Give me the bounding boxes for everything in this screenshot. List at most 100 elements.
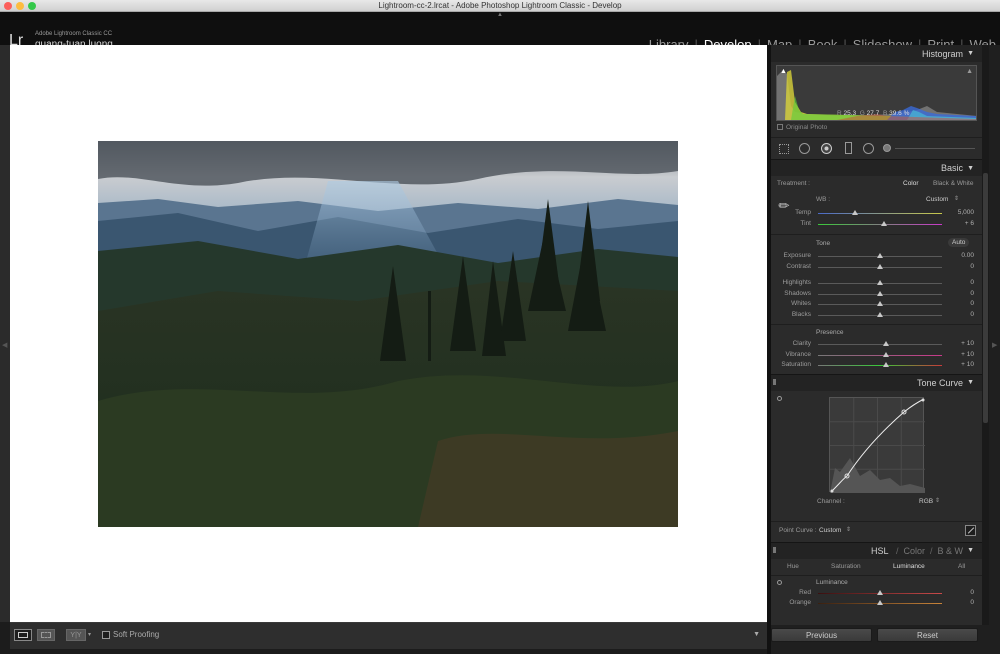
tint-value[interactable]: + 6 bbox=[965, 220, 974, 227]
tone-curve-graph[interactable] bbox=[829, 396, 925, 493]
point-curve-edit-icon[interactable] bbox=[965, 524, 976, 536]
highlights-slider[interactable]: Highlights 0 bbox=[771, 278, 982, 289]
exposure-thumb[interactable] bbox=[877, 253, 883, 258]
clarity-slider[interactable]: Clarity + 10 bbox=[771, 339, 982, 350]
contrast-value[interactable]: 0 bbox=[970, 263, 974, 270]
tint-thumb[interactable] bbox=[880, 221, 887, 226]
collapse-triangle-icon[interactable]: ▼ bbox=[967, 379, 974, 386]
temp-thumb[interactable] bbox=[852, 210, 859, 215]
highlights-value[interactable]: 0 bbox=[970, 279, 974, 286]
dropdown-icon[interactable]: ▾ bbox=[88, 631, 91, 638]
adjustment-brush-icon[interactable] bbox=[883, 144, 891, 152]
hsl-color-title[interactable]: Color bbox=[904, 546, 926, 556]
scrollbar-thumb[interactable] bbox=[983, 173, 988, 423]
blacks-value[interactable]: 0 bbox=[970, 311, 974, 318]
histogram-area[interactable]: ▲ ▲ R 25.3 G 27.7 B 39.6 % bbox=[776, 65, 977, 121]
before-after-button[interactable] bbox=[37, 629, 55, 641]
collapse-triangle-icon[interactable]: ▼ bbox=[967, 547, 974, 554]
exposure-label: Exposure bbox=[783, 252, 811, 259]
blacks-slider[interactable]: Blacks 0 bbox=[771, 310, 982, 321]
targeted-adjustment-icon[interactable] bbox=[777, 395, 782, 401]
toolbar-menu-icon[interactable]: ▼ bbox=[753, 631, 760, 638]
original-photo-checkbox[interactable] bbox=[777, 124, 783, 131]
clarity-value[interactable]: + 10 bbox=[961, 340, 974, 347]
loupe-view-button[interactable] bbox=[14, 629, 32, 641]
exposure-value[interactable]: 0.00 bbox=[961, 252, 974, 259]
orange-luminance-slider[interactable]: Orange 0 bbox=[771, 598, 982, 609]
shadows-slider[interactable]: Shadows 0 bbox=[771, 289, 982, 300]
panel-switch-icon[interactable] bbox=[773, 546, 776, 553]
panel-switch-icon[interactable] bbox=[773, 378, 776, 385]
shadows-value[interactable]: 0 bbox=[970, 290, 974, 297]
whites-value[interactable]: 0 bbox=[970, 300, 974, 307]
hsl-header[interactable]: HSL / Color / B & W ▼ bbox=[771, 541, 982, 559]
collapse-triangle-icon[interactable]: ▼ bbox=[967, 50, 974, 57]
vibrance-slider[interactable]: Vibrance + 10 bbox=[771, 350, 982, 361]
left-panel-collapsed[interactable]: ◀ bbox=[0, 45, 10, 622]
basic-header[interactable]: Basic ▼ bbox=[771, 159, 982, 176]
treatment-bw-option[interactable]: Black & White bbox=[933, 176, 973, 192]
red-luminance-slider[interactable]: Red 0 bbox=[771, 588, 982, 599]
shadow-clipping-icon[interactable]: ▲ bbox=[780, 68, 787, 75]
wb-preset-value[interactable]: Custom bbox=[926, 196, 948, 203]
photo-preview[interactable] bbox=[98, 141, 678, 527]
channel-value[interactable]: RGB bbox=[919, 498, 933, 505]
point-curve-dropdown-icon[interactable]: ⇕ bbox=[846, 526, 851, 533]
hsl-title[interactable]: HSL bbox=[871, 546, 889, 556]
tool-slider-track[interactable] bbox=[895, 148, 975, 149]
red-eye-tool-icon[interactable] bbox=[821, 143, 832, 154]
tab-saturation[interactable]: Saturation bbox=[831, 559, 861, 575]
tab-all[interactable]: All bbox=[958, 559, 965, 575]
soft-proofing-checkbox[interactable] bbox=[102, 631, 110, 639]
vibrance-thumb[interactable] bbox=[883, 351, 890, 357]
whites-slider[interactable]: Whites 0 bbox=[771, 299, 982, 310]
contrast-thumb[interactable] bbox=[877, 263, 883, 269]
orange-value[interactable]: 0 bbox=[970, 599, 974, 606]
orange-thumb[interactable] bbox=[877, 600, 883, 605]
targeted-adjustment-icon[interactable] bbox=[777, 579, 782, 585]
contrast-slider[interactable]: Contrast 0 bbox=[771, 262, 982, 273]
expand-left-arrow-icon[interactable]: ◀ bbox=[2, 341, 7, 349]
radial-filter-icon[interactable] bbox=[863, 143, 874, 154]
auto-tone-button[interactable]: Auto bbox=[948, 238, 970, 247]
tab-luminance[interactable]: Luminance bbox=[893, 559, 925, 575]
tint-slider[interactable]: Tint + 6 bbox=[771, 219, 982, 230]
channel-dropdown-icon[interactable]: ⇕ bbox=[935, 497, 940, 504]
reset-button[interactable]: Reset bbox=[877, 628, 978, 642]
collapse-triangle-icon[interactable]: ▼ bbox=[967, 165, 974, 172]
temp-value[interactable]: 5,000 bbox=[958, 209, 974, 216]
original-photo-row[interactable]: Original Photo bbox=[771, 121, 982, 134]
saturation-thumb[interactable] bbox=[883, 362, 890, 367]
whites-thumb[interactable] bbox=[877, 301, 883, 306]
blacks-thumb[interactable] bbox=[877, 311, 883, 317]
histogram-header[interactable]: Histogram ▼ bbox=[771, 45, 982, 62]
wb-dropdown-icon[interactable]: ⇕ bbox=[954, 195, 959, 202]
top-panel-collapse-icon[interactable]: ▲ bbox=[497, 12, 503, 18]
saturation-value[interactable]: + 10 bbox=[961, 361, 974, 368]
right-panel-scrollbar[interactable] bbox=[982, 45, 989, 625]
bottom-button-bar: Previous Reset bbox=[771, 625, 989, 654]
highlight-clipping-icon[interactable]: ▲ bbox=[966, 68, 973, 75]
tab-hue[interactable]: Hue bbox=[787, 559, 799, 575]
exposure-slider[interactable]: Exposure 0.00 bbox=[771, 251, 982, 262]
shadows-thumb[interactable] bbox=[877, 290, 883, 296]
tone-curve-header[interactable]: Tone Curve ▼ bbox=[771, 373, 982, 391]
vibrance-value[interactable]: + 10 bbox=[961, 351, 974, 358]
crop-tool-icon[interactable] bbox=[779, 144, 789, 154]
temp-slider[interactable]: Temp 5,000 bbox=[771, 208, 982, 219]
collapse-right-arrow-icon[interactable]: ▶ bbox=[992, 341, 997, 349]
previous-button[interactable]: Previous bbox=[771, 628, 872, 642]
clarity-thumb[interactable] bbox=[883, 341, 890, 346]
before-after-toggle[interactable]: Y|Y bbox=[66, 629, 86, 641]
spot-removal-tool-icon[interactable] bbox=[799, 143, 810, 154]
red-thumb[interactable] bbox=[877, 589, 883, 595]
saturation-slider[interactable]: Saturation + 10 bbox=[771, 360, 982, 371]
hsl-bw-title[interactable]: B & W bbox=[938, 546, 964, 556]
highlights-thumb[interactable] bbox=[877, 280, 883, 285]
loupe-view[interactable] bbox=[10, 45, 767, 622]
graduated-filter-icon[interactable] bbox=[845, 142, 852, 154]
treatment-color-option[interactable]: Color bbox=[903, 176, 919, 192]
point-curve-value[interactable]: Custom bbox=[819, 527, 841, 534]
wb-section: ✎ WB : Custom ⇕ Temp 5,000 Tint + 6 bbox=[771, 192, 982, 232]
red-value[interactable]: 0 bbox=[970, 589, 974, 596]
